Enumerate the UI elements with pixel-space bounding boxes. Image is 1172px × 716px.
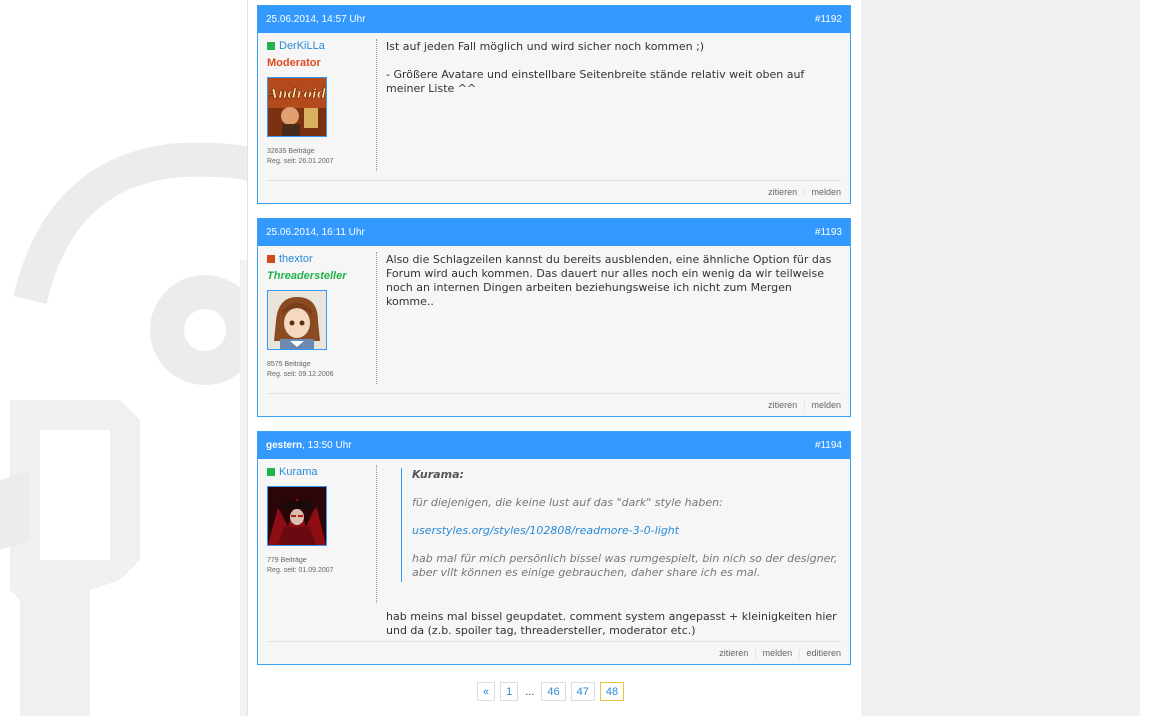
quote-link[interactable]: zitieren xyxy=(719,648,748,658)
post-header: gestern, 13:50 Uhr #1194 xyxy=(258,432,850,459)
pagination: « 1 ... 46 47 48 xyxy=(477,682,625,701)
report-link[interactable]: melden xyxy=(811,400,841,410)
avatar[interactable] xyxy=(267,486,327,546)
post-count: 32635 Beiträge xyxy=(267,148,315,155)
post-1194: gestern, 13:50 Uhr #1194 Kurama 779 Beit… xyxy=(257,431,851,665)
registration-date: Reg. seit: 01.09.2007 xyxy=(267,567,334,574)
post-time: , 13:50 Uhr xyxy=(302,440,352,451)
quote-author: Kurama: xyxy=(412,468,464,481)
post-header: 25.06.2014, 14:57 Uhr #1192 xyxy=(258,6,850,33)
post-count: 779 Beiträge xyxy=(267,557,307,564)
offline-status-icon xyxy=(267,255,275,263)
report-link[interactable]: melden xyxy=(763,648,793,658)
post-1192: 25.06.2014, 14:57 Uhr #1192 DerKiLLa Mod… xyxy=(257,5,851,204)
pagination-ellipsis: ... xyxy=(525,685,535,698)
separator: | xyxy=(754,648,757,658)
edit-link[interactable]: editieren xyxy=(806,648,841,658)
message-paragraph: - Größere Avatare und einstellbare Seite… xyxy=(386,68,805,95)
report-link[interactable]: melden xyxy=(811,187,841,197)
user-info: thextor Threadersteller 8575 Beiträge Re… xyxy=(258,246,376,392)
separator: | xyxy=(798,648,801,658)
post-count: 8575 Beiträge xyxy=(267,361,311,368)
post-date-relative: gestern xyxy=(266,440,303,451)
post-1193: 25.06.2014, 16:11 Uhr #1193 thextor Thre… xyxy=(257,218,851,417)
post-date: gestern, 13:50 Uhr xyxy=(266,440,352,451)
prev-page-button[interactable]: « xyxy=(477,682,496,701)
avatar[interactable] xyxy=(267,290,327,350)
post-date: 25.06.2014, 16:11 Uhr xyxy=(266,227,365,238)
username-link[interactable]: thextor xyxy=(279,253,313,265)
post-footer: zitieren | melden xyxy=(267,180,841,203)
page-link-first[interactable]: 1 xyxy=(500,682,519,701)
quote-block: Kurama: für diejenigen, die keine lust a… xyxy=(401,468,840,582)
quote-text: hab mal für mich persönlich bissel was r… xyxy=(412,552,838,579)
username-link[interactable]: Kurama xyxy=(279,466,318,478)
page-link[interactable]: 47 xyxy=(570,682,595,701)
quote-link[interactable]: zitieren xyxy=(768,400,797,410)
user-info: DerKiLLa Moderator Android 32635 Beiträg… xyxy=(258,33,376,179)
separator: | xyxy=(803,400,806,410)
registration-date: Reg. seit: 09.12.2006 xyxy=(267,371,334,378)
message-paragraph: Ist auf jeden Fall möglich und wird sich… xyxy=(386,40,705,53)
quote-link-url[interactable]: userstyles.org/styles/102808/readmore-3-… xyxy=(412,524,679,537)
quote-text: für diejenigen, die keine lust auf das "… xyxy=(412,496,723,509)
user-role: Threadersteller xyxy=(267,270,347,282)
user-role: Moderator xyxy=(267,57,321,69)
post-message: Ist auf jeden Fall möglich und wird sich… xyxy=(377,33,850,179)
registration-date: Reg. seit: 26.01.2007 xyxy=(267,158,334,165)
message-paragraph: hab meins mal bissel geupdatet. comment … xyxy=(386,610,837,637)
avatar[interactable]: Android xyxy=(267,77,327,137)
post-number-link[interactable]: #1194 xyxy=(815,440,842,451)
post-footer: zitieren | melden xyxy=(267,393,841,416)
username-link[interactable]: DerKiLLa xyxy=(279,40,325,52)
background-logo xyxy=(0,0,248,716)
post-footer: zitieren | melden | editieren xyxy=(267,641,841,664)
post-number-link[interactable]: #1193 xyxy=(815,227,842,238)
separator: | xyxy=(803,187,806,197)
online-status-icon xyxy=(267,42,275,50)
user-info: Kurama 779 Beiträge Reg. seit: 01.09.200… xyxy=(258,459,376,640)
post-number-link[interactable]: #1192 xyxy=(815,14,842,25)
current-page: 48 xyxy=(599,682,625,701)
message-paragraph: Also die Schlagzeilen kannst du bereits … xyxy=(386,253,832,308)
post-message: Kurama: für diejenigen, die keine lust a… xyxy=(377,459,850,640)
online-status-icon xyxy=(267,468,275,476)
page-link[interactable]: 46 xyxy=(541,682,566,701)
quote-link[interactable]: zitieren xyxy=(768,187,797,197)
right-sidebar xyxy=(861,0,1140,716)
post-message: Also die Schlagzeilen kannst du bereits … xyxy=(377,246,850,392)
avatar-text: Android xyxy=(268,87,326,102)
post-header: 25.06.2014, 16:11 Uhr #1193 xyxy=(258,219,850,246)
post-date: 25.06.2014, 14:57 Uhr xyxy=(266,14,366,25)
